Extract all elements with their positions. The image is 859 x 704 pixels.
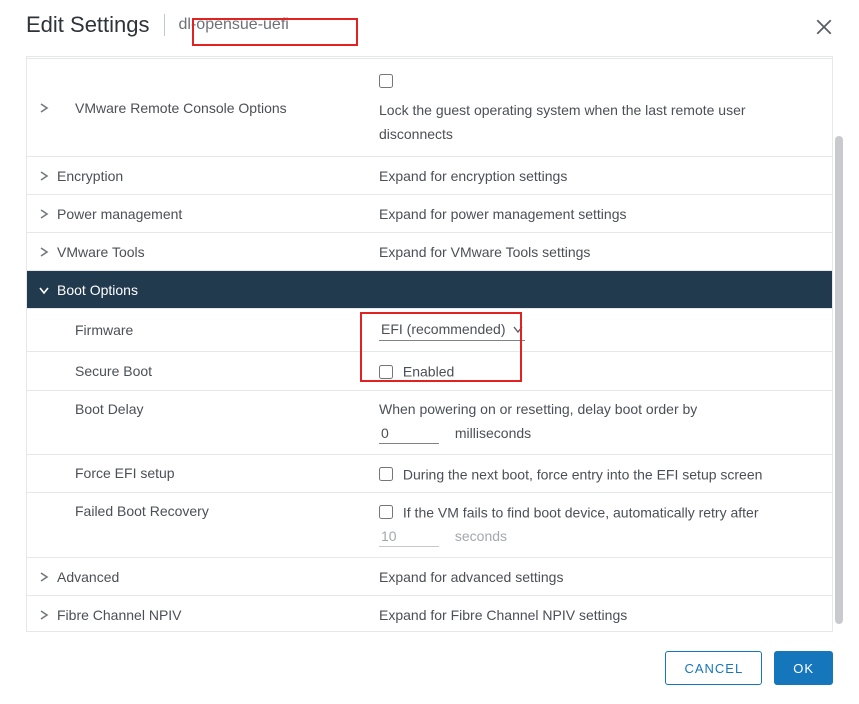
- close-button[interactable]: [815, 18, 835, 38]
- vmtools-label: VMware Tools: [57, 244, 145, 260]
- row-encryption[interactable]: Encryption Expand for encryption setting…: [27, 157, 832, 195]
- chevron-right-icon: [39, 247, 51, 257]
- boot-options-label: Boot Options: [57, 282, 138, 298]
- edit-settings-dialog: Edit Settings dl-opensue-uefi VMware Rem…: [0, 0, 859, 704]
- vmtools-desc: Expand for VMware Tools settings: [379, 234, 832, 270]
- boot-delay-label: Boot Delay: [75, 401, 143, 417]
- chevron-right-icon: [39, 572, 51, 582]
- power-desc: Expand for power management settings: [379, 196, 832, 232]
- boot-delay-input[interactable]: [379, 423, 439, 444]
- row-vmware-tools[interactable]: VMware Tools Expand for VMware Tools set…: [27, 233, 832, 271]
- chevron-right-icon: [39, 103, 51, 113]
- boot-delay-unit: milliseconds: [455, 425, 531, 441]
- remote-console-label: VMware Remote Console Options: [75, 100, 287, 116]
- boot-delay-desc: When powering on or resetting, delay boo…: [379, 401, 822, 417]
- force-efi-label: Force EFI setup: [75, 465, 175, 481]
- row-firmware: Firmware EFI (recommended): [27, 309, 832, 352]
- advanced-desc: Expand for advanced settings: [379, 559, 832, 595]
- force-efi-checkbox-label: During the next boot, force entry into t…: [403, 466, 763, 482]
- failed-boot-checkbox[interactable]: [379, 505, 393, 519]
- power-label: Power management: [57, 206, 182, 222]
- row-boot-options[interactable]: Boot Options: [27, 271, 832, 309]
- chevron-right-icon: [39, 209, 51, 219]
- header-separator: [164, 14, 165, 36]
- row-advanced[interactable]: Advanced Expand for advanced settings: [27, 558, 832, 596]
- close-icon: [815, 18, 833, 36]
- row-remote-console[interactable]: VMware Remote Console Options Lock the g…: [27, 59, 832, 157]
- cancel-label: CANCEL: [684, 661, 743, 676]
- failed-boot-checkbox-label: If the VM fails to find boot device, aut…: [403, 504, 759, 520]
- remote-console-desc: Lock the guest operating system when the…: [379, 99, 759, 147]
- chevron-right-icon: [39, 171, 51, 181]
- encryption-desc: Expand for encryption settings: [379, 158, 832, 194]
- failed-boot-input: [379, 526, 439, 547]
- row-npiv[interactable]: Fibre Channel NPIV Expand for Fibre Chan…: [27, 596, 832, 632]
- row-power-management[interactable]: Power management Expand for power manage…: [27, 195, 832, 233]
- chevron-right-icon: [39, 610, 51, 620]
- dialog-header: Edit Settings dl-opensue-uefi: [0, 0, 859, 56]
- row-force-efi: Force EFI setup During the next boot, fo…: [27, 455, 832, 493]
- firmware-value: EFI (recommended): [381, 321, 505, 337]
- ok-label: OK: [793, 661, 814, 676]
- firmware-select[interactable]: EFI (recommended): [379, 319, 525, 341]
- row-secure-boot: Secure Boot Enabled: [27, 352, 832, 390]
- chevron-down-icon: [39, 285, 51, 295]
- cancel-button[interactable]: CANCEL: [665, 651, 762, 685]
- secure-boot-checkbox-label: Enabled: [403, 364, 454, 380]
- dialog-footer: CANCEL OK: [0, 632, 859, 704]
- vm-name: dl-opensue-uefi: [179, 16, 289, 34]
- secure-boot-checkbox[interactable]: [379, 365, 393, 379]
- npiv-label: Fibre Channel NPIV: [57, 607, 182, 623]
- remote-console-value: Lock the guest operating system when the…: [379, 59, 832, 156]
- failed-boot-label: Failed Boot Recovery: [75, 503, 209, 519]
- failed-boot-unit: seconds: [455, 528, 507, 544]
- scrollbar-thumb[interactable]: [835, 136, 843, 624]
- row-failed-boot: Failed Boot Recovery If the VM fails to …: [27, 493, 832, 558]
- encryption-label: Encryption: [57, 168, 123, 184]
- remote-console-lock-checkbox[interactable]: [379, 74, 393, 88]
- chevron-down-icon: [513, 321, 523, 337]
- firmware-label: Firmware: [75, 322, 133, 338]
- secure-boot-label: Secure Boot: [75, 363, 152, 379]
- ok-button[interactable]: OK: [774, 651, 833, 685]
- settings-body: VMware Remote Console Options Lock the g…: [26, 56, 833, 632]
- advanced-label: Advanced: [57, 569, 119, 585]
- row-boot-delay: Boot Delay When powering on or resetting…: [27, 391, 832, 455]
- dialog-title: Edit Settings: [26, 12, 150, 38]
- force-efi-checkbox[interactable]: [379, 467, 393, 481]
- npiv-desc: Expand for Fibre Channel NPIV settings: [379, 597, 832, 632]
